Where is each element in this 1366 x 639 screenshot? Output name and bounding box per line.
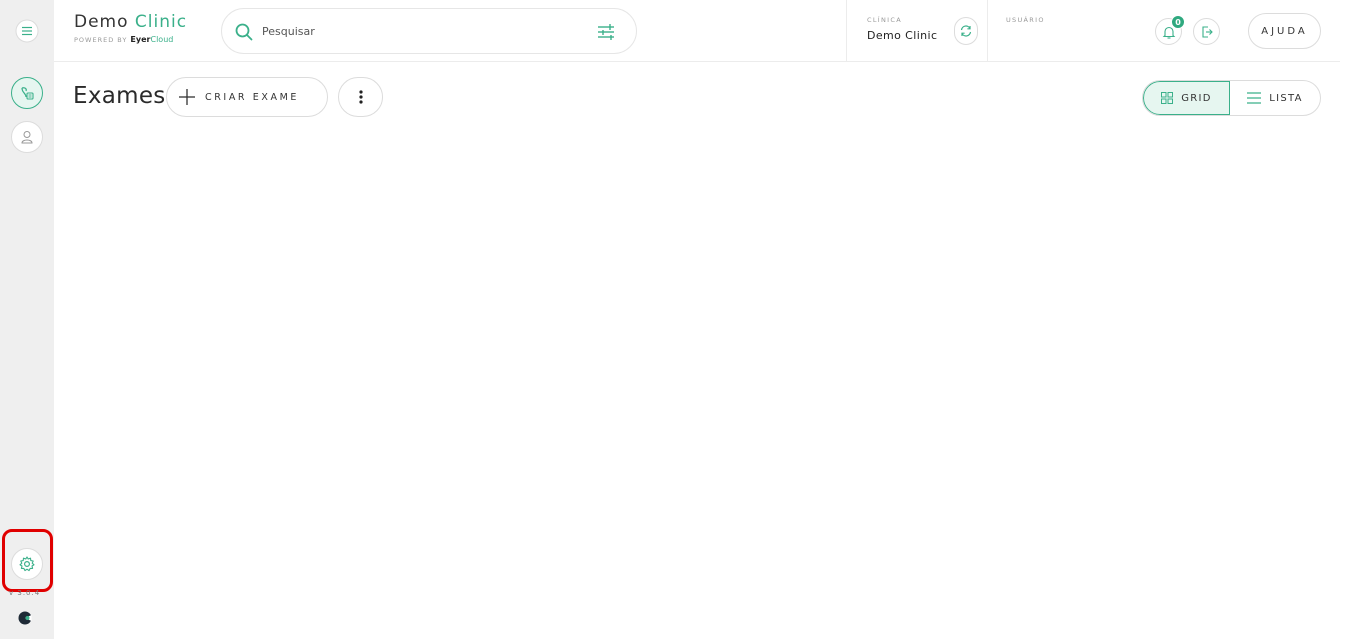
eyercloud-logo-icon xyxy=(17,610,33,626)
clinic-name: Demo Clinic xyxy=(867,29,938,42)
page-right-margin xyxy=(1340,0,1366,639)
create-exam-label: CRIAR EXAME xyxy=(205,91,299,103)
list-view-label: LISTA xyxy=(1269,92,1303,104)
version-label: v 3.0.4 xyxy=(9,589,41,597)
more-options-button[interactable] xyxy=(338,77,383,117)
header-divider xyxy=(846,0,847,62)
menu-button[interactable] xyxy=(11,15,43,47)
user-label: USUÁRIO xyxy=(1006,16,1045,24)
logout-button[interactable] xyxy=(1193,18,1220,45)
user-icon xyxy=(21,131,33,144)
sidebar: v 3.0.4 xyxy=(0,0,54,639)
brand-accent: Cloud xyxy=(150,35,174,44)
top-header: Demo Clinic POWERED BY EyerCloud CLÍNICA… xyxy=(54,0,1340,62)
grid-view-button[interactable]: GRID xyxy=(1143,81,1230,115)
more-vertical-icon xyxy=(358,90,363,104)
brand-name-part1: Demo xyxy=(74,12,129,32)
search-bar xyxy=(221,8,637,54)
logout-icon xyxy=(1201,25,1213,38)
clinic-label: CLÍNICA xyxy=(867,16,902,24)
clinic-section: CLÍNICA Demo Clinic xyxy=(867,16,937,42)
grid-view-label: GRID xyxy=(1181,92,1212,104)
hamburger-icon xyxy=(15,19,39,43)
search-icon[interactable] xyxy=(234,22,254,42)
plus-icon xyxy=(179,89,195,105)
grid-icon xyxy=(1161,92,1174,104)
notification-count-badge: 0 xyxy=(1171,15,1185,29)
search-input[interactable] xyxy=(262,21,582,41)
powered-by-label: POWERED BY xyxy=(74,36,128,44)
settings-button[interactable] xyxy=(11,548,43,580)
switch-clinic-button[interactable] xyxy=(954,17,978,45)
sidebar-item-exams[interactable] xyxy=(11,77,43,109)
sidebar-item-patients[interactable] xyxy=(11,121,43,153)
filter-sliders-icon[interactable] xyxy=(596,22,616,42)
view-toggle: GRID LISTA xyxy=(1142,80,1321,116)
brand-name-part2: Clinic xyxy=(134,12,188,32)
user-section: USUÁRIO xyxy=(1006,16,1045,24)
page-title: Exames xyxy=(73,83,166,109)
help-button[interactable]: AJUDA xyxy=(1248,13,1321,49)
gear-icon xyxy=(19,556,35,572)
header-divider xyxy=(987,0,988,62)
exam-list-icon xyxy=(21,87,34,100)
notifications-button[interactable]: 0 xyxy=(1155,15,1185,45)
refresh-icon xyxy=(960,25,972,37)
list-view-button[interactable]: LISTA xyxy=(1230,81,1320,115)
list-icon xyxy=(1247,92,1262,104)
brand-logo[interactable]: Demo Clinic POWERED BY EyerCloud xyxy=(74,12,187,44)
create-exam-button[interactable]: CRIAR EXAME xyxy=(166,77,328,117)
brand-bold: Eyer xyxy=(130,35,151,44)
